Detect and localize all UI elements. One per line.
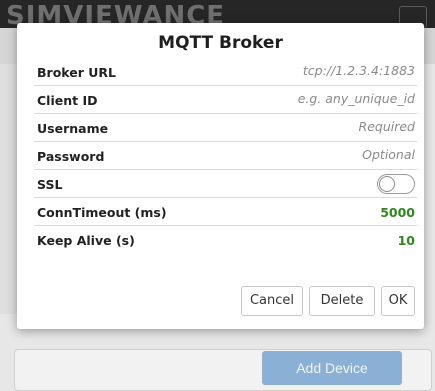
conn-timeout-label: ConnTimeout (ms) <box>37 205 167 220</box>
conn-timeout-value[interactable]: 5000 <box>380 205 415 220</box>
ssl-toggle[interactable] <box>377 174 415 194</box>
dialog-title: MQTT Broker <box>158 33 283 53</box>
broker-url-input[interactable] <box>195 63 415 78</box>
username-input[interactable] <box>195 119 415 134</box>
cancel-button[interactable]: Cancel <box>241 286 303 316</box>
username-label: Username <box>37 121 109 136</box>
delete-button[interactable]: Delete <box>309 286 375 316</box>
ssl-toggle-knob <box>379 176 395 192</box>
add-device-button[interactable]: Add Device <box>262 351 402 385</box>
password-label: Password <box>37 149 105 164</box>
ok-button[interactable]: OK <box>381 286 415 316</box>
app-side-panel <box>0 64 18 314</box>
broker-url-row: Broker URL <box>34 58 417 86</box>
keep-alive-row: Keep Alive (s) 10 <box>34 226 417 254</box>
broker-url-label: Broker URL <box>37 65 116 80</box>
settings-form: Broker URL Client ID Username Password S… <box>34 58 417 254</box>
client-id-input[interactable] <box>195 91 415 106</box>
client-id-row: Client ID <box>34 86 417 114</box>
ssl-row: SSL <box>34 170 417 198</box>
password-row: Password <box>34 142 417 170</box>
password-input[interactable] <box>195 147 415 162</box>
client-id-label: Client ID <box>37 93 98 108</box>
keep-alive-value[interactable]: 10 <box>398 233 415 248</box>
mqtt-broker-dialog: MQTT Broker Broker URL Client ID Usernam… <box>17 23 424 329</box>
ssl-label: SSL <box>37 177 63 192</box>
username-row: Username <box>34 114 417 142</box>
conn-timeout-row: ConnTimeout (ms) 5000 <box>34 198 417 226</box>
keep-alive-label: Keep Alive (s) <box>37 233 135 248</box>
